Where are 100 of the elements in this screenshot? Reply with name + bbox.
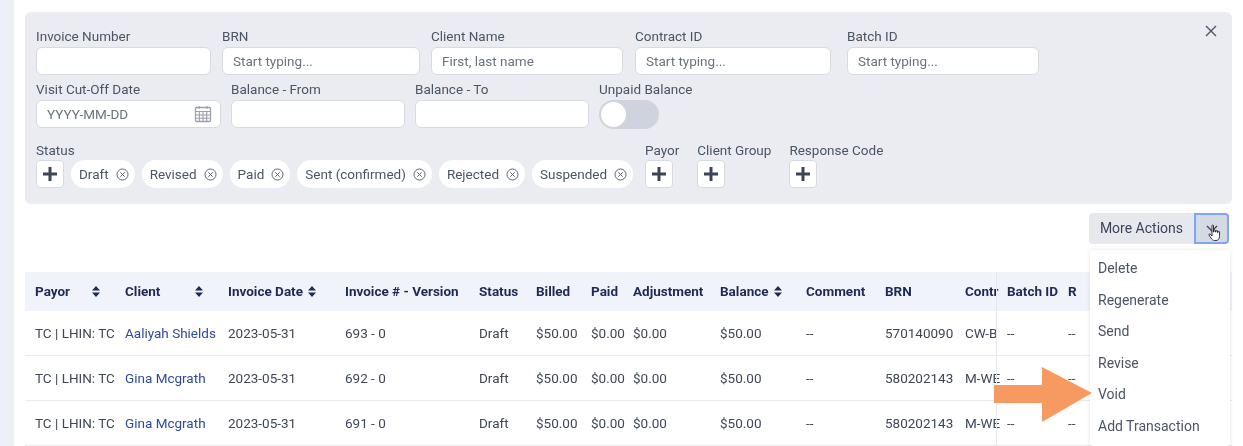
status-chip[interactable]: Paid: [229, 160, 291, 188]
table-cell-text: $50.00: [720, 413, 762, 433]
column-header: Paid: [591, 282, 619, 302]
table-cell-text: 2023-05-31: [228, 368, 297, 388]
calendar-icon[interactable]: [194, 105, 212, 123]
table-cell-text: 692 - 0: [345, 368, 386, 388]
input-field[interactable]: [415, 100, 589, 128]
sort-icon[interactable]: [308, 286, 316, 297]
status-chip[interactable]: Rejected: [438, 160, 525, 188]
table-cell-text: $0.00: [633, 368, 667, 388]
status-label: Status: [36, 141, 76, 160]
table-cell-text: --: [1007, 413, 1015, 433]
menu-item[interactable]: Add Transaction: [1090, 410, 1230, 442]
column-header: Comment: [806, 282, 866, 302]
table-cell-text: $0.00: [591, 323, 625, 343]
column-header: Contr: [965, 282, 999, 302]
menu-item[interactable]: Revise: [1090, 347, 1230, 379]
column-header: R: [1068, 282, 1077, 302]
plus-icon: [795, 166, 812, 182]
table-cell-text: M-WE: [965, 368, 1001, 388]
filter-label: Client Group: [697, 141, 772, 160]
add-button[interactable]: [789, 160, 818, 188]
remove-icon[interactable]: [115, 167, 129, 181]
table-cell-text: $0.00: [633, 413, 667, 433]
add-button[interactable]: [36, 160, 64, 188]
remove-icon[interactable]: [203, 167, 217, 181]
field-label: BRN: [222, 28, 249, 45]
remove-icon[interactable]: [614, 167, 628, 181]
add-button[interactable]: [697, 160, 726, 188]
table-cell-text: $50.00: [536, 323, 578, 343]
input-field[interactable]: [231, 100, 405, 128]
remove-icon[interactable]: [506, 167, 519, 181]
column-header[interactable]: Invoice Date: [228, 281, 303, 302]
table-cell-text: --: [1068, 413, 1076, 433]
table-cell-text: 693 - 0: [345, 323, 386, 343]
column-header: BRN: [885, 282, 912, 302]
field-label: Client Name: [431, 28, 505, 45]
table-cell-text: Draft: [479, 368, 509, 388]
sort-icon[interactable]: [92, 286, 100, 297]
input-field[interactable]: Start typing...: [847, 47, 1039, 75]
status-chip[interactable]: Sent (confirmed): [297, 160, 432, 188]
date-input[interactable]: YYYY-MM-DD: [47, 103, 167, 125]
input-field[interactable]: First, last name: [431, 47, 623, 75]
table-cell-text: TC | LHIN: TC: [35, 323, 115, 343]
date-field[interactable]: YYYY-MM-DD: [36, 100, 221, 128]
table-cell-text: 2023-05-31: [228, 323, 297, 343]
table-cell-text: 570140090: [885, 323, 954, 343]
filter-label: Response Code: [789, 141, 884, 160]
status-chip[interactable]: Revised: [141, 160, 223, 188]
table-cell-text: --: [1068, 368, 1076, 388]
column-header[interactable]: Payor: [35, 281, 70, 302]
table-cell-text: $50.00: [536, 413, 578, 433]
table-cell-text: --: [1007, 323, 1015, 343]
table-cell-text: --: [1007, 368, 1015, 388]
client-link[interactable]: Gina Mcgrath: [125, 367, 206, 389]
field-label: Visit Cut-Off Date: [36, 81, 141, 98]
more-actions-button[interactable]: More Actions: [1088, 213, 1194, 244]
client-link[interactable]: Gina Mcgrath: [125, 412, 206, 434]
input-field[interactable]: Start typing...: [222, 47, 420, 75]
table-cell-text: 580202143: [885, 368, 954, 388]
menu-item[interactable]: Void: [1090, 379, 1230, 411]
plus-icon: [703, 166, 720, 182]
table-cell-text: --: [806, 413, 814, 433]
close-icon[interactable]: [1204, 24, 1218, 38]
remove-icon[interactable]: [271, 167, 285, 181]
toggle-switch[interactable]: [599, 100, 659, 129]
column-header[interactable]: Balance: [720, 281, 769, 302]
table-cell-text: $50.00: [536, 368, 578, 388]
table-cell-text: --: [1068, 323, 1076, 343]
client-link[interactable]: Aaliyah Shields: [125, 322, 216, 344]
table-cell-text: M-WE: [965, 413, 1001, 433]
table-cell-text: Draft: [479, 413, 509, 433]
menu-item[interactable]: Delete: [1090, 253, 1230, 285]
table-cell-text: TC | LHIN: TC: [35, 413, 115, 433]
field-label: Invoice Number: [36, 28, 131, 45]
table-cell-text: $0.00: [633, 323, 667, 343]
status-chip[interactable]: Suspended: [532, 160, 634, 188]
field-label: Contract ID: [635, 28, 703, 45]
menu-item[interactable]: Regenerate: [1090, 284, 1230, 316]
sort-icon[interactable]: [773, 286, 782, 297]
column-header: Billed: [536, 282, 571, 302]
cursor-icon: [1208, 224, 1222, 242]
column-header: Invoice # - Version: [345, 282, 459, 302]
input-field[interactable]: Start typing...: [635, 47, 831, 75]
dropdown-toggle-button[interactable]: [1194, 213, 1229, 244]
table-cell-text: Draft: [479, 323, 509, 343]
column-header: Adjustment: [633, 282, 704, 302]
add-button[interactable]: [645, 160, 674, 188]
column-header[interactable]: Client: [125, 281, 161, 302]
column-header: Status: [479, 282, 519, 302]
plus-icon: [651, 166, 668, 182]
status-chip[interactable]: Draft: [71, 160, 135, 188]
input-field[interactable]: [36, 47, 211, 75]
table-cell-text: --: [806, 323, 814, 343]
menu-item[interactable]: Send: [1090, 316, 1230, 348]
remove-icon[interactable]: [412, 167, 426, 181]
sort-icon[interactable]: [195, 286, 203, 297]
field-label: Balance - From: [231, 81, 321, 98]
table-cell-text: 2023-05-31: [228, 413, 297, 433]
table-cell-text: $50.00: [720, 323, 762, 343]
